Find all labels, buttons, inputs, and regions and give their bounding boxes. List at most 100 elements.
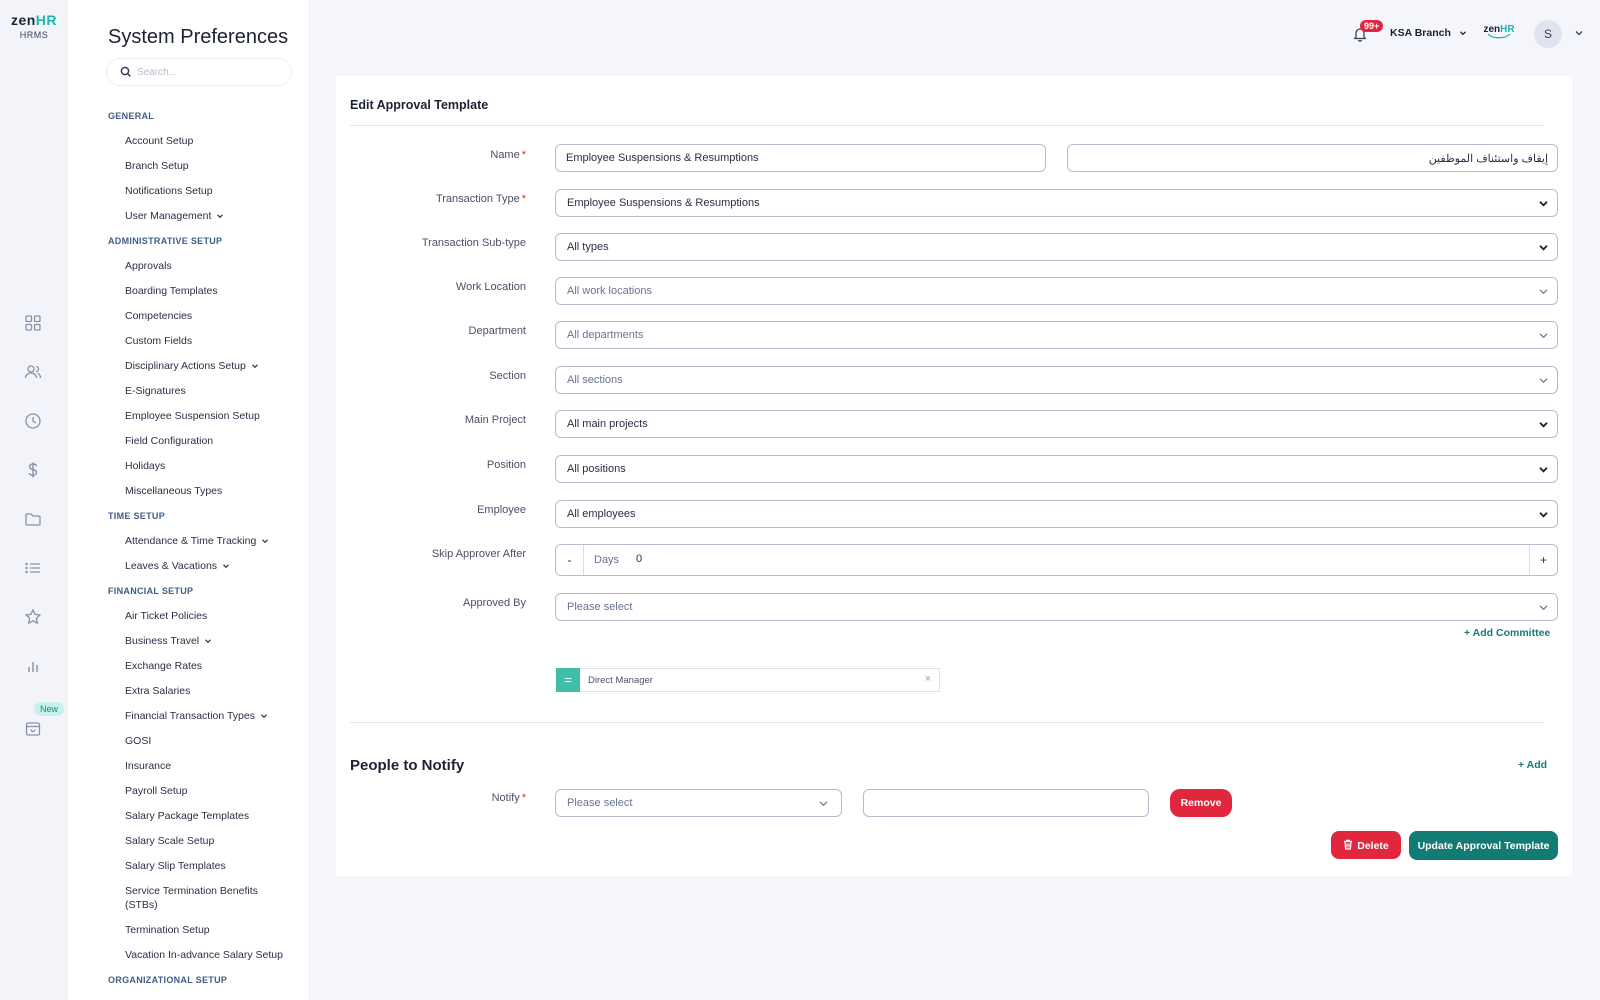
sidebar-item[interactable]: Disciplinary Actions Setup <box>108 354 304 379</box>
sidebar-item[interactable]: Business Travel <box>108 629 304 654</box>
sidebar-item[interactable]: User Management <box>108 204 304 229</box>
add-committee-link[interactable]: + Add Committee <box>1464 627 1550 639</box>
notify-extra-field[interactable] <box>863 789 1149 817</box>
star-icon[interactable] <box>24 608 42 626</box>
sidebar-item[interactable]: Salary Slip Templates <box>108 854 304 879</box>
position-select[interactable]: All positions <box>555 455 1558 483</box>
sidebar-item[interactable]: Account Setup <box>108 129 304 154</box>
chevron-down-icon <box>1538 419 1549 430</box>
sidebar-section-heading: TIME SETUP <box>108 511 166 521</box>
sidebar-item[interactable]: Payroll Setup <box>108 779 304 804</box>
sidebar-search[interactable] <box>106 58 292 86</box>
sidebar-item[interactable]: Vacation In-advance Salary Setup <box>108 943 304 968</box>
sidebar-item[interactable]: Leaves & Vacations <box>108 554 304 579</box>
name-field[interactable] <box>555 144 1046 172</box>
sidebar-item[interactable]: Attendance & Time Tracking <box>108 529 304 554</box>
sidebar-search-input[interactable] <box>137 63 285 81</box>
decrement-button[interactable]: - <box>556 545 584 575</box>
mini-logo-accent: HR <box>1500 24 1515 35</box>
name-arabic-field[interactable] <box>1067 144 1558 172</box>
branch-selector[interactable]: KSA Branch <box>1390 27 1467 39</box>
clock-icon[interactable] <box>24 412 42 430</box>
sidebar-item[interactable]: Competencies <box>108 304 304 329</box>
dashboard-icon[interactable] <box>24 314 42 332</box>
section-select[interactable]: All sections <box>555 366 1558 394</box>
name-input[interactable] <box>566 150 1036 166</box>
drag-handle-icon[interactable]: = <box>556 668 580 692</box>
update-template-button[interactable]: Update Approval Template <box>1409 831 1558 860</box>
sidebar-item[interactable]: Air Ticket Policies <box>108 604 304 629</box>
sidebar-item[interactable]: GOSI <box>108 729 304 754</box>
mini-logo-text: zen <box>1483 24 1501 35</box>
list-icon[interactable] <box>24 559 42 577</box>
sidebar-item[interactable]: Field Configuration <box>108 429 304 454</box>
inbox-icon[interactable] <box>24 720 42 738</box>
transaction-subtype-select[interactable]: All types <box>555 233 1558 261</box>
approver-item[interactable]: = Direct Manager × <box>556 668 940 692</box>
sidebar-item[interactable]: Salary Scale Setup <box>108 829 304 854</box>
sidebar-item[interactable]: Insurance <box>108 754 304 779</box>
logo-accent-text: HR <box>35 12 58 28</box>
sidebar-item-label: Leaves & Vacations <box>125 560 218 572</box>
people-icon[interactable] <box>24 363 42 381</box>
sidebar-item[interactable]: Approvals <box>108 254 304 279</box>
increment-button[interactable]: + <box>1529 545 1557 575</box>
folder-icon[interactable] <box>24 510 42 528</box>
approver-name: Direct Manager <box>588 675 653 686</box>
avatar[interactable]: S <box>1534 20 1562 48</box>
page-title: Edit Approval Template <box>350 98 489 112</box>
sidebar-item[interactable]: Branch Setup <box>108 154 304 179</box>
sidebar-item[interactable]: Financial Transaction Types <box>108 704 304 729</box>
transaction-type-value: Employee Suspensions & Resumptions <box>567 197 760 209</box>
sidebar-item[interactable]: Custom Fields <box>108 329 304 354</box>
sidebar-item[interactable]: Termination Setup <box>108 918 304 943</box>
delete-button[interactable]: Delete <box>1331 831 1401 859</box>
position-label: Position <box>486 459 526 471</box>
work-location-select[interactable]: All work locations <box>555 277 1558 305</box>
skip-approver-stepper[interactable]: - Days 0 + <box>555 544 1558 576</box>
employee-select[interactable]: All employees <box>555 500 1558 528</box>
zenhr-logo[interactable]: zenHR HRMS <box>8 12 60 40</box>
sidebar-item[interactable]: Service Termination Benefits (STBs) <box>108 879 304 918</box>
work-location-value: All work locations <box>567 285 652 297</box>
transaction-type-select[interactable]: Employee Suspensions & Resumptions <box>555 189 1558 217</box>
sidebar-item-label: Disciplinary Actions Setup <box>125 360 246 372</box>
sidebar-item[interactable]: Miscellaneous Types <box>108 479 304 504</box>
approved-by-select[interactable]: Please select <box>555 593 1558 621</box>
section-divider <box>350 722 1544 723</box>
close-icon[interactable]: × <box>925 673 931 685</box>
department-select[interactable]: All departments <box>555 321 1558 349</box>
sidebar-item[interactable]: Boarding Templates <box>108 279 304 304</box>
sidebar-item[interactable]: Extra Salaries <box>108 679 304 704</box>
sidebar-item[interactable]: Notifications Setup <box>108 179 304 204</box>
notify-extra-input[interactable] <box>874 795 1138 811</box>
sidebar-item-label: Competencies <box>125 310 193 322</box>
days-value[interactable]: 0 <box>636 553 642 565</box>
bar-chart-icon[interactable] <box>24 657 42 675</box>
sidebar-item-label: Payroll Setup <box>125 785 188 797</box>
sidebar-item[interactable]: Exchange Rates <box>108 654 304 679</box>
sidebar-item[interactable]: Salary Package Templates <box>108 804 304 829</box>
section-label: Section <box>489 370 526 382</box>
notifications-badge: 99+ <box>1360 20 1384 32</box>
remove-button[interactable]: Remove <box>1170 789 1232 817</box>
settings-sidebar: System Preferences GENERAL Account Setup B… <box>68 0 308 1000</box>
sidebar-item[interactable]: Employee Suspension Setup <box>108 404 304 429</box>
sidebar-item[interactable]: E-Signatures <box>108 379 304 404</box>
work-location-label: Work Location <box>455 281 526 293</box>
main-project-select[interactable]: All main projects <box>555 410 1558 438</box>
add-notify-link[interactable]: + Add <box>1518 759 1547 771</box>
department-value: All departments <box>567 329 644 341</box>
chevron-down-icon[interactable] <box>1574 28 1584 38</box>
chevron-down-icon <box>1538 464 1549 475</box>
main-project-value: All main projects <box>567 418 648 430</box>
sidebar-section-heading: GENERAL <box>108 111 155 121</box>
name-arabic-input[interactable] <box>1078 150 1548 166</box>
chevron-down-icon <box>1459 29 1467 37</box>
sidebar-item[interactable]: Holidays <box>108 454 304 479</box>
notify-select[interactable]: Please select <box>555 789 842 817</box>
dollar-icon[interactable] <box>24 461 42 479</box>
logo-subtitle: HRMS <box>19 30 49 40</box>
top-header: 99+ KSA Branch zenHR S <box>1200 0 1600 68</box>
sidebar-item-label: Employee Suspension Setup <box>125 410 260 422</box>
